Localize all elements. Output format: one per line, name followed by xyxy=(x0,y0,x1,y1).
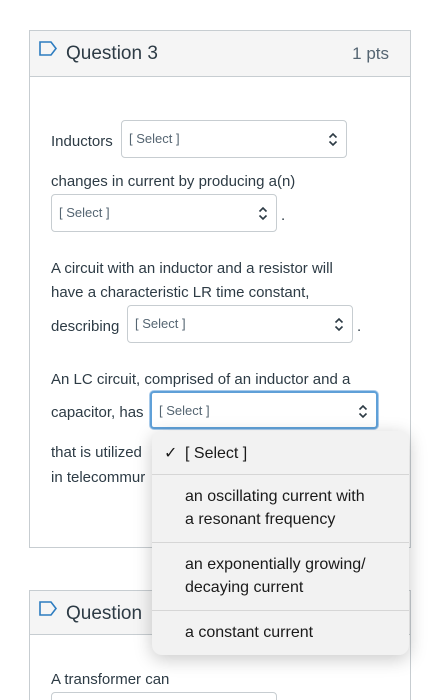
divider xyxy=(152,542,409,543)
option-label: a resonant frequency xyxy=(185,511,336,528)
flag-icon[interactable] xyxy=(39,41,57,56)
question-text: An LC circuit, comprised of an inductor … xyxy=(51,371,351,388)
option-label: an exponentially growing/ xyxy=(185,556,366,573)
option-label: [ Select ] xyxy=(185,445,248,462)
dropdown-option-oscillating[interactable]: an oscillating current with a resonant f… xyxy=(152,486,409,534)
question-points: 1 pts xyxy=(352,44,389,63)
select-value: [ Select ] xyxy=(59,205,110,220)
question-title: Question xyxy=(66,603,143,624)
option-label: an oscillating current with xyxy=(185,488,365,505)
blank-select-5[interactable] xyxy=(51,692,277,700)
select-value: [ Select ] xyxy=(135,316,186,331)
period-text: . xyxy=(357,318,362,335)
blank-select-4[interactable]: [ Select ] xyxy=(150,391,378,429)
question-text: A transformer can xyxy=(51,671,170,688)
checkmark-icon: ✓ xyxy=(164,445,178,462)
question-text: A circuit with an inductor and a resisto… xyxy=(51,260,333,277)
divider xyxy=(152,474,409,475)
select-dropdown-menu: ✓ [ Select ] an oscillating current with… xyxy=(152,431,409,655)
period-text: . xyxy=(281,207,286,224)
question-text: changes in current by producing a(n) xyxy=(51,173,296,190)
blank-select-2[interactable]: [ Select ] xyxy=(51,194,277,232)
blank-select-1[interactable]: [ Select ] xyxy=(121,120,347,158)
question-text: Inductors xyxy=(51,133,113,150)
chevron-updown-icon xyxy=(328,132,338,147)
select-value: [ Select ] xyxy=(159,403,210,418)
question-title: Question 3 xyxy=(66,43,158,64)
question-text: that is utilized xyxy=(51,444,142,461)
option-label: decaying current xyxy=(185,579,304,596)
question-header: Question 3 1 pts xyxy=(30,31,410,77)
dropdown-option-select[interactable]: ✓ [ Select ] xyxy=(152,443,409,465)
divider xyxy=(152,610,409,611)
select-value: [ Select ] xyxy=(129,131,180,146)
option-label: a constant current xyxy=(185,624,314,641)
question-text: in telecommur xyxy=(51,469,146,486)
question-text: have a characteristic LR time constant, xyxy=(51,284,310,301)
question-text: capacitor, has xyxy=(51,404,144,421)
chevron-updown-icon xyxy=(258,206,268,221)
flag-icon[interactable] xyxy=(39,601,57,616)
blank-select-3[interactable]: [ Select ] xyxy=(127,305,353,343)
dropdown-option-constant[interactable]: a constant current xyxy=(152,622,409,644)
question-text: describing xyxy=(51,318,120,335)
chevron-updown-icon xyxy=(334,317,344,332)
chevron-updown-icon xyxy=(358,404,368,419)
dropdown-option-exponential[interactable]: an exponentially growing/ decaying curre… xyxy=(152,554,409,602)
